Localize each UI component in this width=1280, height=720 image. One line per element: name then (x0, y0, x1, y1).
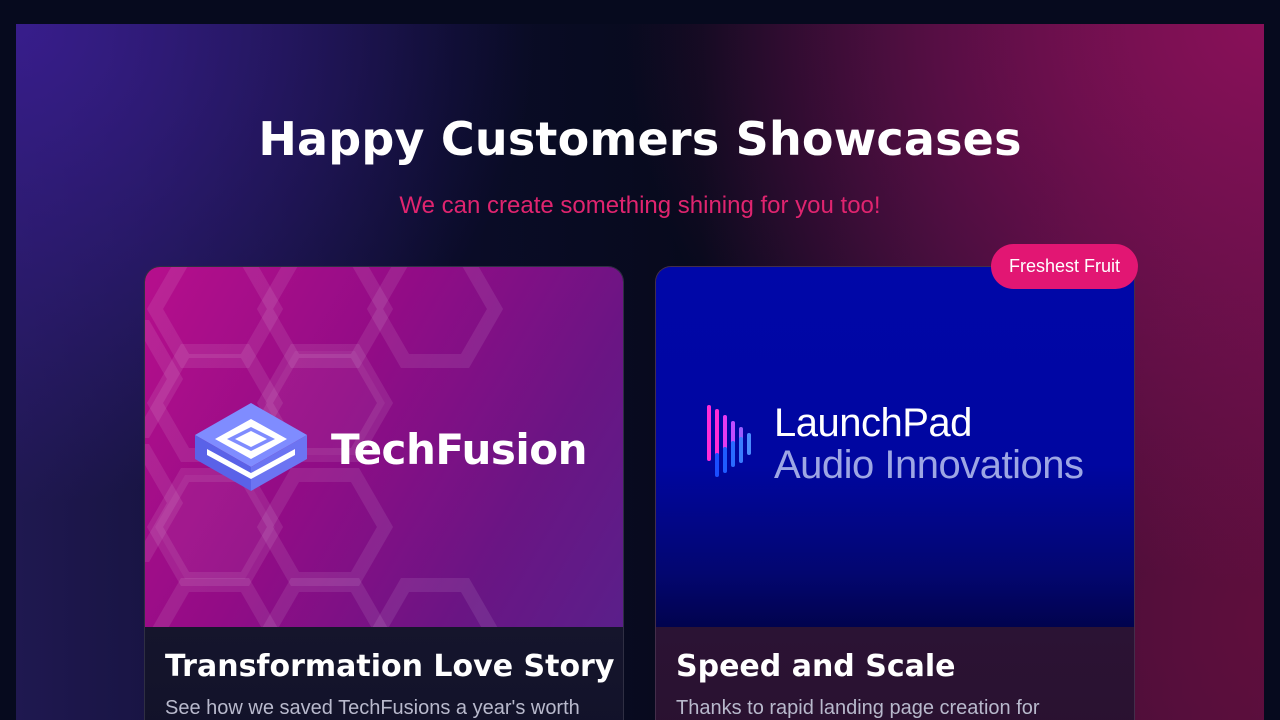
card-title: Transformation Love Story (165, 649, 615, 684)
freshest-fruit-badge: Freshest Fruit (991, 244, 1139, 289)
card-body: Transformation Love Story See how we sav… (145, 627, 623, 720)
launchpad-logo-name: LaunchPad (774, 401, 972, 445)
section-subtitle: We can create something shining for you … (399, 192, 881, 219)
showcase-card-launchpad[interactable]: LaunchPad Audio Innovations Speed and Sc… (655, 266, 1135, 720)
isometric-stack-icon (195, 403, 307, 491)
audio-waveform-icon (707, 405, 751, 477)
techfusion-cover-image: TechFusion (145, 267, 623, 627)
card-description: Thanks to rapid landing page creation fo… (676, 697, 1040, 719)
card-title: Speed and Scale (676, 649, 956, 684)
techfusion-logo-text: TechFusion (331, 425, 588, 474)
showcase-card-techfusion[interactable]: TechFusion Transformation Love Story See… (144, 266, 624, 720)
launchpad-cover-image: LaunchPad Audio Innovations (656, 267, 1134, 627)
launchpad-logo-tagline: Audio Innovations (774, 443, 1084, 487)
customer-showcase-section: Happy Customers Showcases We can create … (16, 24, 1264, 720)
card-description: See how we saved TechFusions a year's wo… (165, 697, 580, 719)
section-title: Happy Customers Showcases (258, 112, 1022, 166)
card-body: Speed and Scale Thanks to rapid landing … (656, 627, 1134, 720)
